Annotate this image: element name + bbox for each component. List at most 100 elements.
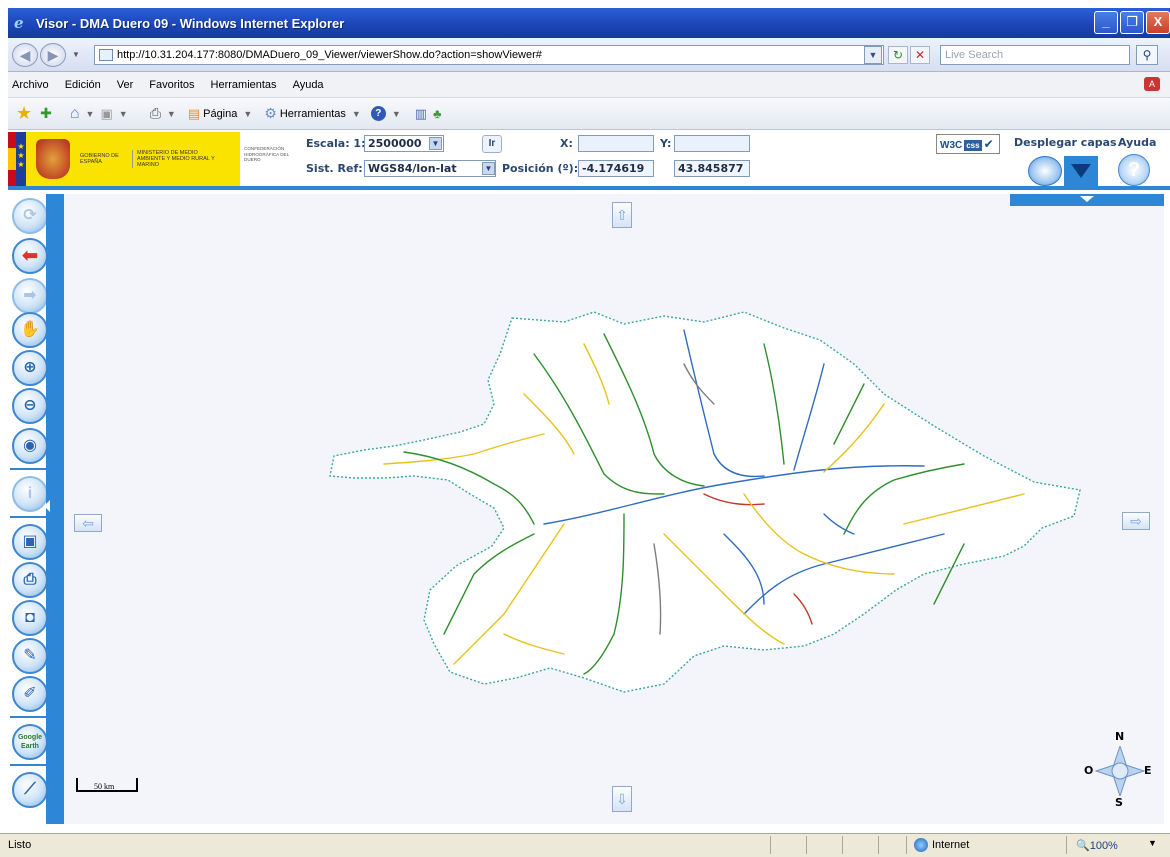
- feeds-dropdown-icon[interactable]: ▼: [119, 109, 128, 119]
- history-dropdown-icon[interactable]: ▼: [72, 50, 80, 59]
- google-earth-button[interactable]: Google Earth: [12, 724, 48, 760]
- layers-globe-icon[interactable]: [1028, 156, 1062, 186]
- gear-icon[interactable]: ⚙: [264, 105, 277, 122]
- duero-basin-map: [329, 311, 1081, 693]
- full-extent-globe-icon[interactable]: ◉: [12, 428, 48, 464]
- menu-ayuda[interactable]: Ayuda: [293, 79, 324, 91]
- next-view-icon[interactable]: ➡: [12, 278, 48, 314]
- ref-system-select[interactable]: WGS84/lon-lat: [364, 160, 496, 177]
- position-label: Posición (º):: [502, 162, 579, 175]
- gov-logo-text: GOBIERNO DE ESPAÑA: [80, 153, 119, 165]
- status-divider: [878, 836, 879, 854]
- page-menu[interactable]: Página: [203, 108, 237, 120]
- print-dropdown-icon[interactable]: ▼: [167, 109, 176, 119]
- edit-area-icon[interactable]: ✐: [12, 676, 48, 712]
- url-field[interactable]: http://10.31.204.177:8080/DMADuero_09_Vi…: [94, 45, 884, 65]
- home-dropdown-icon[interactable]: ▼: [86, 109, 95, 119]
- ref-system-label: Sist. Ref:: [306, 162, 363, 175]
- status-divider: [842, 836, 843, 854]
- zoom-out-icon[interactable]: ⊖: [12, 388, 48, 424]
- search-icon[interactable]: ⚲: [1136, 45, 1158, 65]
- camera-icon[interactable]: ◘: [12, 600, 48, 636]
- w3c-css-badge[interactable]: W3C css ✔: [936, 134, 1000, 154]
- compass-rose: N O E S: [1080, 730, 1158, 814]
- print-map-icon[interactable]: ⎙: [12, 562, 48, 598]
- menu-archivo[interactable]: Archivo: [12, 79, 49, 91]
- spain-flag-icon: [8, 132, 16, 186]
- close-button[interactable]: X: [1146, 11, 1170, 34]
- previous-view-icon[interactable]: ⬅: [12, 238, 48, 274]
- menu-favoritos[interactable]: Favoritos: [149, 79, 194, 91]
- ref-dropdown-icon[interactable]: ▼: [482, 162, 495, 175]
- collapse-arrow-icon[interactable]: [44, 500, 50, 512]
- back-button[interactable]: ◀: [12, 43, 38, 67]
- expand-layers-button[interactable]: [1064, 156, 1098, 186]
- help-dropdown-icon[interactable]: ▼: [392, 109, 401, 119]
- page-icon: [99, 49, 113, 61]
- menu-herramientas[interactable]: Herramientas: [211, 79, 277, 91]
- go-button[interactable]: Ir: [482, 135, 502, 153]
- url-dropdown-button[interactable]: ▼: [864, 46, 882, 64]
- scale-dropdown-icon[interactable]: ▼: [429, 137, 442, 150]
- map-canvas[interactable]: ⇧ ⇩ ⇦ ⇨ 50 km N O E S: [64, 194, 1164, 824]
- menu-ver[interactable]: Ver: [117, 79, 134, 91]
- scale-label: Escala: 1:: [306, 137, 366, 150]
- eu-flag-icon: ★ ★ ★: [16, 132, 26, 186]
- home-icon[interactable]: ⌂: [70, 105, 80, 123]
- research-icon[interactable]: ▥: [415, 106, 427, 122]
- info-icon[interactable]: i: [12, 476, 48, 512]
- window-title-bar: e Visor - DMA Duero 09 - Windows Interne…: [8, 8, 1170, 38]
- help-label: Ayuda: [1118, 136, 1157, 149]
- y-label: Y:: [660, 137, 672, 150]
- layers-label: Desplegar capas: [1014, 136, 1117, 149]
- forward-button[interactable]: ▶: [40, 43, 66, 67]
- address-bar: ◀ ▶ ▼ http://10.31.204.177:8080/DMADuero…: [8, 38, 1170, 72]
- menu-bar: Archivo Edición Ver Favoritos Herramient…: [8, 72, 1170, 98]
- position-latitude: 43.845877: [674, 160, 750, 177]
- messenger-icon[interactable]: ♣: [433, 106, 442, 121]
- ministry-logo-text: MINISTERIO DE MEDIO AMBIENTE Y MEDIO RUR…: [132, 150, 220, 168]
- add-favorite-icon[interactable]: ✚: [40, 105, 52, 122]
- draw-pencil-icon[interactable]: ✎: [12, 638, 48, 674]
- help-button[interactable]: ?: [1118, 154, 1150, 186]
- coat-of-arms-icon: [36, 139, 70, 179]
- y-coordinate-input[interactable]: [674, 135, 750, 152]
- save-disk-icon[interactable]: ▣: [12, 524, 48, 560]
- compass-south: S: [1115, 796, 1123, 809]
- compass-icon: [1094, 746, 1146, 796]
- help-icon[interactable]: ?: [370, 106, 386, 121]
- zoom-dropdown-icon[interactable]: ▼: [1148, 838, 1157, 848]
- measure-ruler-icon[interactable]: ⟋: [12, 772, 48, 808]
- position-longitude: -4.174619: [578, 160, 654, 177]
- zoom-level[interactable]: 🔍100%: [1076, 839, 1118, 852]
- sidebar-collapse-strip[interactable]: [44, 194, 64, 824]
- status-text: Listo: [8, 839, 32, 851]
- x-coordinate-input[interactable]: [578, 135, 654, 152]
- viewer-header: ★ ★ ★ GOBIERNO DE ESPAÑA MINISTERIO DE MED…: [8, 130, 1170, 190]
- zoom-value: 100%: [1089, 840, 1118, 852]
- stop-button[interactable]: ✕: [910, 46, 930, 64]
- refresh-map-icon[interactable]: ⟳: [12, 198, 48, 234]
- w3c-label: W3C: [940, 140, 963, 151]
- minimize-button[interactable]: _: [1094, 11, 1118, 34]
- feeds-icon[interactable]: ▣: [100, 106, 112, 122]
- security-zone[interactable]: Internet: [914, 838, 969, 852]
- pan-hand-icon[interactable]: ✋: [12, 312, 48, 348]
- print-icon[interactable]: ⎙: [150, 105, 161, 122]
- confederation-logo-text: CONFEDERACIÓN HIDROGRÁFICA DEL DUERO: [240, 132, 298, 186]
- favorites-star-icon[interactable]: ★: [16, 103, 32, 124]
- tools-menu[interactable]: Herramientas: [280, 108, 346, 120]
- window-title: Visor - DMA Duero 09 - Windows Internet …: [36, 15, 345, 31]
- tools-dropdown-icon[interactable]: ▼: [352, 109, 361, 119]
- page-menu-icon[interactable]: ▤: [188, 106, 200, 122]
- ie-logo-icon: e: [14, 14, 24, 32]
- refresh-button[interactable]: ↻: [888, 46, 908, 64]
- restore-button[interactable]: ❐: [1120, 11, 1144, 34]
- page-dropdown-icon[interactable]: ▼: [243, 109, 252, 119]
- status-divider: [806, 836, 807, 854]
- menu-edicion[interactable]: Edición: [65, 79, 101, 91]
- status-divider: [1066, 836, 1067, 854]
- zoom-in-icon[interactable]: ⊕: [12, 350, 48, 386]
- search-input[interactable]: Live Search: [940, 45, 1130, 65]
- translate-icon[interactable]: A: [1144, 77, 1160, 91]
